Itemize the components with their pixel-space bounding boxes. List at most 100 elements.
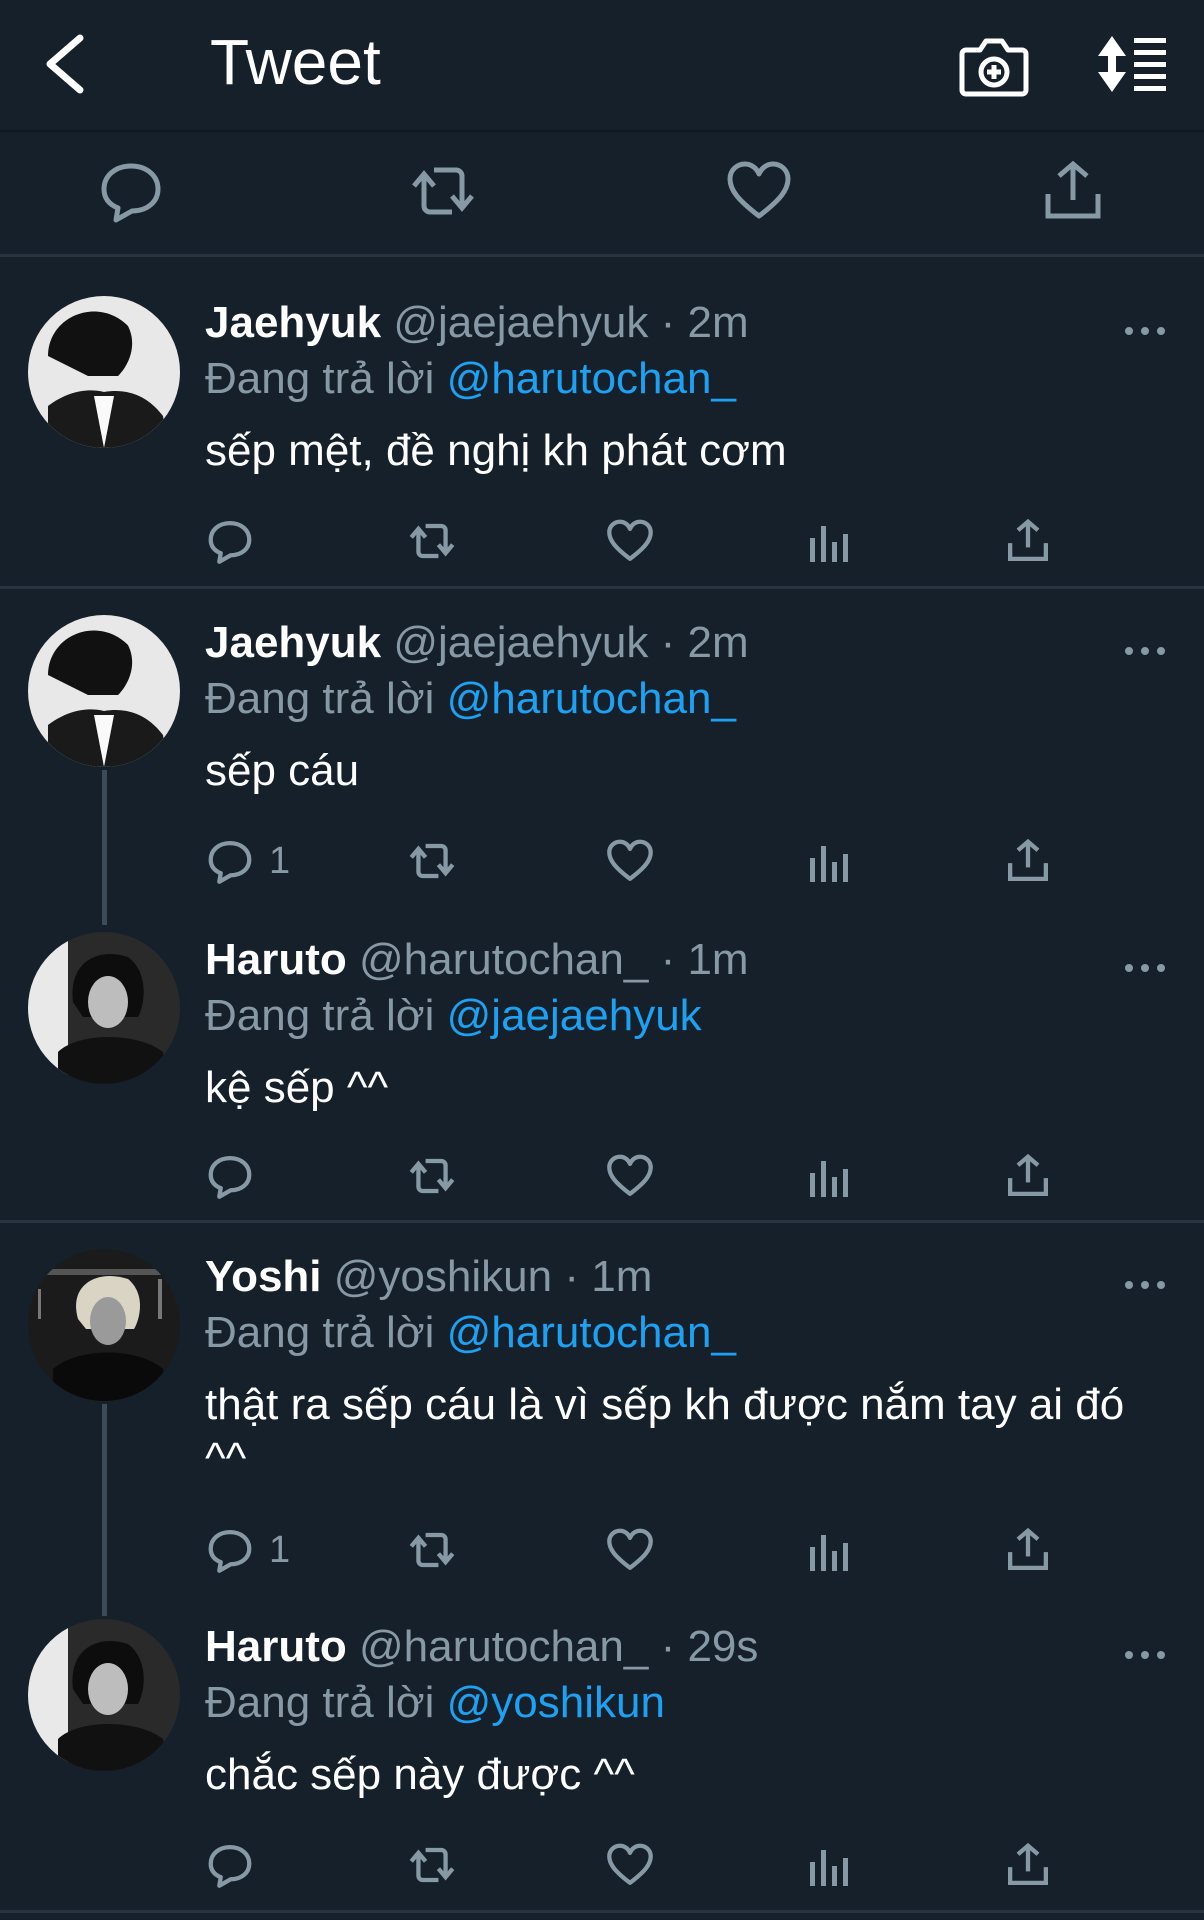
username[interactable]: @harutochan_: [359, 1622, 648, 1671]
share-icon: [1008, 518, 1048, 561]
top-bar: Tweet: [0, 0, 1204, 132]
mention-link[interactable]: @harutochan_: [447, 1308, 736, 1357]
share-icon: [1008, 838, 1048, 881]
analytics-icon: [810, 526, 848, 562]
avatar-image: [28, 1249, 180, 1401]
reply-button[interactable]: [205, 514, 269, 568]
avatar-image: [28, 296, 180, 448]
analytics-button[interactable]: [806, 1523, 852, 1577]
back-button[interactable]: [38, 28, 98, 100]
retweet-button[interactable]: [405, 834, 459, 888]
avatar[interactable]: [28, 296, 180, 448]
tweet-text: thật ra sếp cáu là vì sếp kh được nắm ta…: [205, 1380, 1125, 1483]
share-icon: [1008, 1153, 1048, 1196]
camera-plus-icon: [959, 38, 1029, 97]
username[interactable]: @yoshikun: [334, 1252, 552, 1301]
like-button[interactable]: [605, 1838, 655, 1892]
reply-icon: [208, 841, 252, 884]
more-button[interactable]: [1120, 1640, 1170, 1670]
chevron-left-icon: [46, 34, 84, 94]
avatar[interactable]: [28, 615, 180, 767]
mention-link[interactable]: @jaejaehyuk: [447, 991, 702, 1040]
tweet-text: kệ sếp ^^: [205, 1063, 389, 1112]
main-tweet-actions: [0, 130, 1204, 257]
timestamp: 1m: [591, 1252, 653, 1301]
share-icon: [1008, 1842, 1048, 1885]
analytics-button[interactable]: [806, 1149, 852, 1203]
mention-link[interactable]: @yoshikun: [447, 1678, 665, 1727]
like-button[interactable]: [605, 1149, 655, 1203]
reply-tweet[interactable]: Jaehyuk @jaejaehyuk · 2m Đang trả lời @h…: [0, 589, 1204, 906]
like-button[interactable]: [605, 514, 655, 568]
timestamp: 1m: [687, 935, 749, 984]
like-button[interactable]: [605, 834, 655, 888]
heart-icon: [607, 1528, 653, 1570]
replying-to: Đang trả lời @harutochan_: [205, 672, 736, 726]
retweet-icon: [409, 523, 455, 559]
more-icon: [1125, 647, 1165, 655]
reply-tweet[interactable]: Yoshi @yoshikun · 1m Đang trả lời @harut…: [0, 1223, 1204, 1593]
username[interactable]: @jaejaehyuk: [393, 618, 648, 667]
share-button[interactable]: [1038, 156, 1108, 226]
replying-label: Đang trả lời: [205, 674, 435, 723]
tweet-header: Yoshi @yoshikun · 1m: [205, 1252, 653, 1301]
mention-link[interactable]: @harutochan_: [447, 674, 736, 723]
share-button[interactable]: [1003, 1149, 1053, 1203]
sort-replies-button[interactable]: [1094, 30, 1174, 100]
display-name[interactable]: Yoshi: [205, 1252, 322, 1301]
display-name[interactable]: Haruto: [205, 935, 347, 984]
reply-icon: [208, 1156, 252, 1199]
username[interactable]: @jaejaehyuk: [393, 298, 648, 347]
page-title: Tweet: [210, 26, 381, 98]
retweet-button[interactable]: [405, 514, 459, 568]
retweet-icon: [409, 843, 455, 879]
share-button[interactable]: [1003, 1523, 1053, 1577]
reply-tweet[interactable]: Haruto @harutochan_ · 1m Đang trả lời @j…: [0, 906, 1204, 1223]
avatar[interactable]: [28, 1619, 180, 1771]
username[interactable]: @harutochan_: [359, 935, 648, 984]
avatar[interactable]: [28, 932, 180, 1084]
more-button[interactable]: [1120, 636, 1170, 666]
avatar[interactable]: [28, 1249, 180, 1401]
retweet-button[interactable]: [405, 1838, 459, 1892]
timestamp: 2m: [687, 618, 749, 667]
reply-button[interactable]: [205, 1149, 269, 1203]
heart-icon: [607, 839, 653, 881]
replying-label: Đang trả lời: [205, 1678, 435, 1727]
reply-button[interactable]: 1: [205, 1523, 290, 1577]
reply-tweet[interactable]: Jaehyuk @jaejaehyuk · 2m Đang trả lời @h…: [0, 256, 1204, 589]
display-name[interactable]: Jaehyuk: [205, 618, 381, 667]
retweet-button[interactable]: [408, 156, 478, 226]
like-button[interactable]: [605, 1523, 655, 1577]
display-name[interactable]: Jaehyuk: [205, 298, 381, 347]
analytics-button[interactable]: [806, 514, 852, 568]
reply-tweet[interactable]: Haruto @harutochan_ · 29s Đang trả lời @…: [0, 1593, 1204, 1913]
share-button[interactable]: [1003, 834, 1053, 888]
heart-icon: [607, 519, 653, 561]
more-button[interactable]: [1120, 316, 1170, 346]
reply-button[interactable]: [96, 156, 166, 226]
tweet-header: Jaehyuk @jaejaehyuk · 2m: [205, 298, 749, 347]
more-button[interactable]: [1120, 953, 1170, 983]
retweet-button[interactable]: [405, 1149, 459, 1203]
more-button[interactable]: [1120, 1270, 1170, 1300]
like-button[interactable]: [724, 156, 794, 226]
reply-button[interactable]: 1: [205, 834, 290, 888]
mention-link[interactable]: @harutochan_: [447, 354, 736, 403]
tweet-text: chắc sếp này được ^^: [205, 1750, 635, 1799]
tweet-header: Haruto @harutochan_ · 29s: [205, 1622, 759, 1671]
replying-label: Đang trả lời: [205, 991, 435, 1040]
reply-count: 1: [269, 839, 291, 882]
analytics-button[interactable]: [806, 834, 852, 888]
display-name[interactable]: Haruto: [205, 1622, 347, 1671]
retweet-icon: [412, 167, 474, 215]
share-button[interactable]: [1003, 1838, 1053, 1892]
share-button[interactable]: [1003, 514, 1053, 568]
camera-button[interactable]: [958, 30, 1030, 100]
retweet-button[interactable]: [405, 1523, 459, 1577]
heart-icon: [607, 1154, 653, 1196]
analytics-button[interactable]: [806, 1838, 852, 1892]
more-icon: [1125, 1651, 1165, 1659]
reply-button[interactable]: [205, 1838, 269, 1892]
replying-to: Đang trả lời @harutochan_: [205, 1306, 736, 1360]
